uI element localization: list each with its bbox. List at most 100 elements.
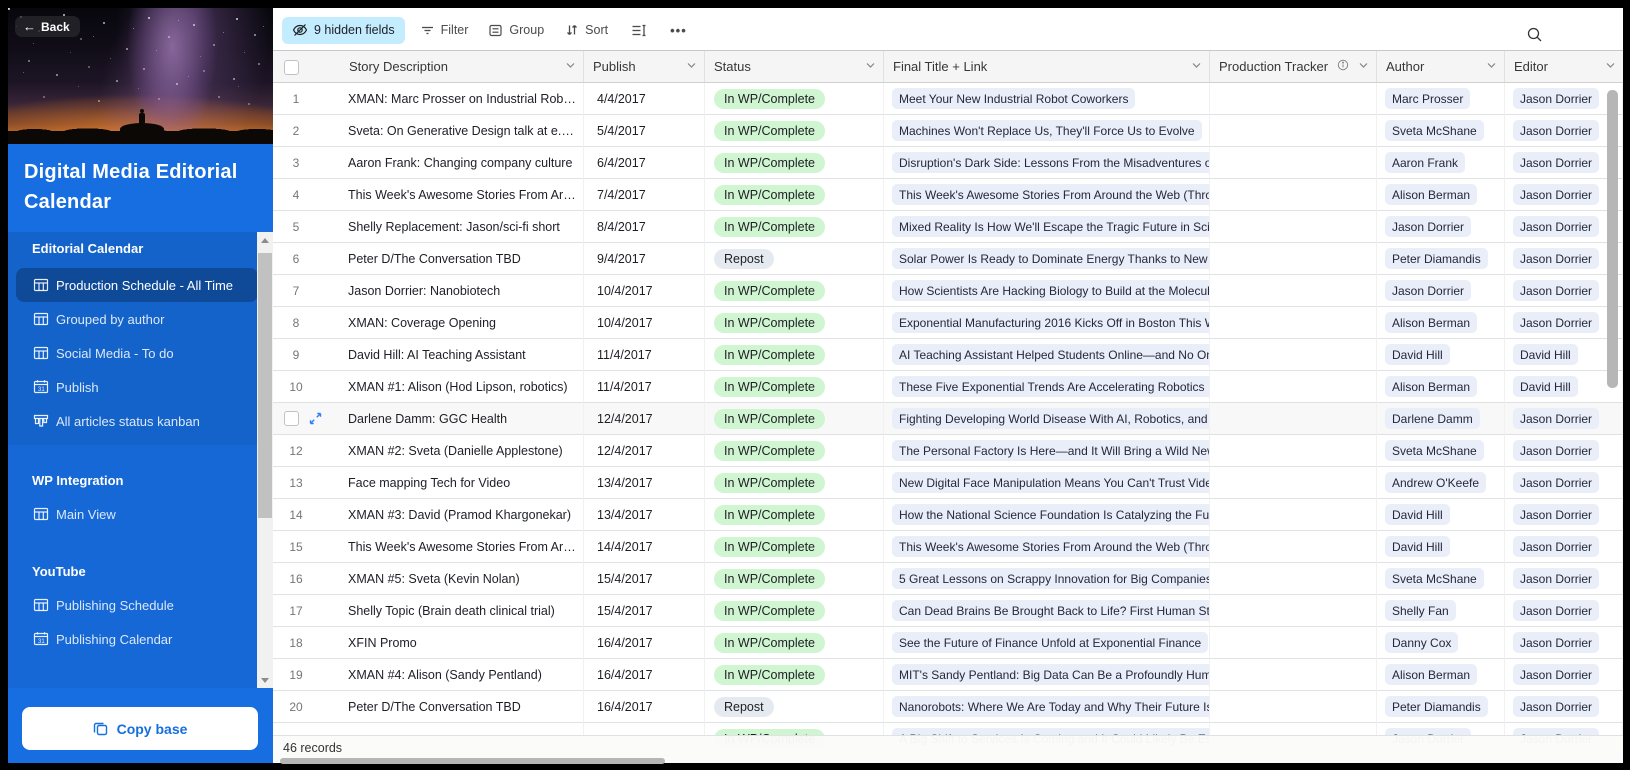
search-button[interactable] bbox=[1526, 26, 1543, 48]
cell-final-title[interactable]: These Five Exponential Trends Are Accele… bbox=[884, 371, 1210, 403]
table-row[interactable]: 4This Week's Awesome Stories From Around… bbox=[273, 179, 1623, 211]
cell-story-description[interactable]: XMAN #5: Sveta (Kevin Nolan) bbox=[340, 563, 584, 595]
cell-story-description[interactable]: Peter D/The Conversation TBD bbox=[340, 691, 584, 723]
cell-story-description[interactable]: Darlene Damm: GGC Health bbox=[340, 403, 584, 435]
table-row[interactable]: 15This Week's Awesome Stories From Aroun… bbox=[273, 531, 1623, 563]
final-title-link[interactable]: Disruption's Dark Side: Lessons From the… bbox=[892, 152, 1210, 173]
sidebar-view-item[interactable]: Grouped by author bbox=[16, 302, 258, 336]
cell-editor[interactable]: Jason Dorrier bbox=[1505, 691, 1623, 723]
cell-final-title[interactable]: Can Dead Brains Be Brought Back to Life?… bbox=[884, 595, 1210, 627]
final-title-link[interactable]: How Scientists Are Hacking Biology to Bu… bbox=[892, 280, 1210, 301]
cell-production-tracker[interactable] bbox=[1210, 371, 1377, 403]
column-header-final-title[interactable]: Final Title + Link bbox=[884, 51, 1210, 82]
cell-status[interactable]: In WP/Complete bbox=[705, 531, 884, 563]
cell-production-tracker[interactable] bbox=[1210, 147, 1377, 179]
cell-author[interactable]: Sveta McShane bbox=[1377, 435, 1505, 467]
cell-production-tracker[interactable] bbox=[1210, 659, 1377, 691]
cell-status[interactable]: In WP/Complete bbox=[705, 595, 884, 627]
cell-production-tracker[interactable] bbox=[1210, 627, 1377, 659]
cell-production-tracker[interactable] bbox=[1210, 467, 1377, 499]
final-title-link[interactable]: These Five Exponential Trends Are Accele… bbox=[892, 376, 1210, 397]
table-row[interactable]: 6Peter D/The Conversation TBD9/4/2017Rep… bbox=[273, 243, 1623, 275]
group-button[interactable]: Group bbox=[488, 23, 544, 38]
table-row[interactable]: 19XMAN #4: Alison (Sandy Pentland)16/4/2… bbox=[273, 659, 1623, 691]
final-title-link[interactable]: This Week's Awesome Stories From Around … bbox=[892, 184, 1210, 205]
cell-editor[interactable]: Jason Dorrier bbox=[1505, 83, 1623, 115]
cell-editor[interactable]: Jason Dorrier bbox=[1505, 435, 1623, 467]
cell-editor[interactable]: Jason Dorrier bbox=[1505, 499, 1623, 531]
cell-story-description[interactable]: Jason Dorrier: Nanobiotech bbox=[340, 275, 584, 307]
final-title-link[interactable]: Machines Won't Replace Us, They'll Force… bbox=[892, 120, 1202, 141]
cell-author[interactable]: Alison Berman bbox=[1377, 307, 1505, 339]
cell-story-description[interactable]: This Week's Awesome Stories From Around … bbox=[340, 179, 584, 211]
cell-final-title[interactable]: This Week's Awesome Stories From Around … bbox=[884, 531, 1210, 563]
cell-status[interactable]: Repost bbox=[705, 691, 884, 723]
cell-status[interactable]: In WP/Complete bbox=[705, 403, 884, 435]
cell-status[interactable]: In WP/Complete bbox=[705, 339, 884, 371]
cell-author[interactable]: Peter Diamandis bbox=[1377, 243, 1505, 275]
cell-author[interactable]: Alison Berman bbox=[1377, 179, 1505, 211]
cell-final-title[interactable]: Disruption's Dark Side: Lessons From the… bbox=[884, 147, 1210, 179]
scroll-up-arrow[interactable] bbox=[257, 232, 273, 248]
cell-final-title[interactable]: Exponential Manufacturing 2016 Kicks Off… bbox=[884, 307, 1210, 339]
cell-final-title[interactable]: Machines Won't Replace Us, They'll Force… bbox=[884, 115, 1210, 147]
final-title-link[interactable]: Solar Power Is Ready to Dominate Energy … bbox=[892, 248, 1210, 269]
cell-author[interactable]: Jason Dorrier bbox=[1377, 211, 1505, 243]
cell-publish[interactable]: 13/4/2017 bbox=[584, 467, 705, 499]
cell-author[interactable]: David Hill bbox=[1377, 531, 1505, 563]
final-title-link[interactable]: The Personal Factory Is Here—and It Will… bbox=[892, 440, 1210, 461]
cell-author[interactable]: Sveta McShane bbox=[1377, 115, 1505, 147]
cell-story-description[interactable]: Peter D/The Conversation TBD bbox=[340, 243, 584, 275]
cell-editor[interactable]: Jason Dorrier bbox=[1505, 179, 1623, 211]
cell-editor[interactable]: David Hill bbox=[1505, 371, 1623, 403]
sidebar-view-item[interactable]: 31Publishing Calendar bbox=[16, 622, 258, 656]
cell-editor[interactable]: Jason Dorrier bbox=[1505, 467, 1623, 499]
cell-publish[interactable]: 15/4/2017 bbox=[584, 595, 705, 627]
cell-status[interactable]: In WP/Complete bbox=[705, 179, 884, 211]
final-title-link[interactable]: See the Future of Finance Unfold at Expo… bbox=[892, 632, 1208, 653]
cell-publish[interactable]: 16/4/2017 bbox=[584, 691, 705, 723]
cell-editor[interactable]: Jason Dorrier bbox=[1505, 627, 1623, 659]
cell-final-title[interactable]: Meet Your New Industrial Robot Coworkers bbox=[884, 83, 1210, 115]
cell-publish[interactable]: 13/4/2017 bbox=[584, 499, 705, 531]
cell-story-description[interactable]: Shelly Topic (Brain death clinical trial… bbox=[340, 595, 584, 627]
cell-production-tracker[interactable] bbox=[1210, 211, 1377, 243]
table-row[interactable]: Darlene Damm: GGC Health12/4/2017In WP/C… bbox=[273, 403, 1623, 435]
chevron-down-icon[interactable] bbox=[865, 60, 876, 71]
cell-final-title[interactable]: Solar Power Is Ready to Dominate Energy … bbox=[884, 243, 1210, 275]
cell-final-title[interactable]: 5 Great Lessons on Scrappy Innovation fo… bbox=[884, 563, 1210, 595]
cell-publish[interactable]: 7/4/2017 bbox=[584, 179, 705, 211]
cell-editor[interactable]: Jason Dorrier bbox=[1505, 243, 1623, 275]
table-row[interactable]: 17Shelly Topic (Brain death clinical tri… bbox=[273, 595, 1623, 627]
expand-record-icon[interactable] bbox=[309, 412, 322, 425]
cell-final-title[interactable]: New Digital Face Manipulation Means You … bbox=[884, 467, 1210, 499]
cell-author[interactable]: Marc Prosser bbox=[1377, 83, 1505, 115]
cell-production-tracker[interactable] bbox=[1210, 691, 1377, 723]
cell-editor[interactable]: Jason Dorrier bbox=[1505, 115, 1623, 147]
cell-story-description[interactable]: Shelly Replacement: Jason/sci-fi short bbox=[340, 211, 584, 243]
cell-production-tracker[interactable] bbox=[1210, 243, 1377, 275]
cell-story-description[interactable]: David Hill: AI Teaching Assistant bbox=[340, 339, 584, 371]
cell-story-description[interactable]: XMAN #2: Sveta (Danielle Applestone) bbox=[340, 435, 584, 467]
cell-status[interactable]: In WP/Complete bbox=[705, 627, 884, 659]
table-row[interactable]: 13Face mapping Tech for Video13/4/2017In… bbox=[273, 467, 1623, 499]
cell-final-title[interactable]: MIT's Sandy Pentland: Big Data Can Be a … bbox=[884, 659, 1210, 691]
cell-status[interactable]: In WP/Complete bbox=[705, 435, 884, 467]
table-row[interactable]: 9David Hill: AI Teaching Assistant11/4/2… bbox=[273, 339, 1623, 371]
cell-status[interactable]: In WP/Complete bbox=[705, 211, 884, 243]
cell-author[interactable]: Alison Berman bbox=[1377, 371, 1505, 403]
cell-publish[interactable]: 16/4/2017 bbox=[584, 627, 705, 659]
cell-publish[interactable]: 5/4/2017 bbox=[584, 115, 705, 147]
cell-status[interactable]: In WP/Complete bbox=[705, 275, 884, 307]
vertical-scrollbar-thumb[interactable] bbox=[1607, 90, 1618, 388]
cell-author[interactable]: Sveta McShane bbox=[1377, 563, 1505, 595]
cell-status[interactable]: In WP/Complete bbox=[705, 371, 884, 403]
column-header-author[interactable]: Author bbox=[1377, 51, 1505, 82]
final-title-link[interactable]: Nanorobots: Where We Are Today and Why T… bbox=[892, 696, 1210, 717]
cell-story-description[interactable]: XMAN #1: Alison (Hod Lipson, robotics) bbox=[340, 371, 584, 403]
table-row[interactable]: 8XMAN: Coverage Opening10/4/2017In WP/Co… bbox=[273, 307, 1623, 339]
final-title-link[interactable]: MIT's Sandy Pentland: Big Data Can Be a … bbox=[892, 664, 1210, 685]
cell-editor[interactable]: Jason Dorrier bbox=[1505, 307, 1623, 339]
final-title-link[interactable]: 5 Great Lessons on Scrappy Innovation fo… bbox=[892, 568, 1210, 589]
cell-publish[interactable]: 9/4/2017 bbox=[584, 243, 705, 275]
